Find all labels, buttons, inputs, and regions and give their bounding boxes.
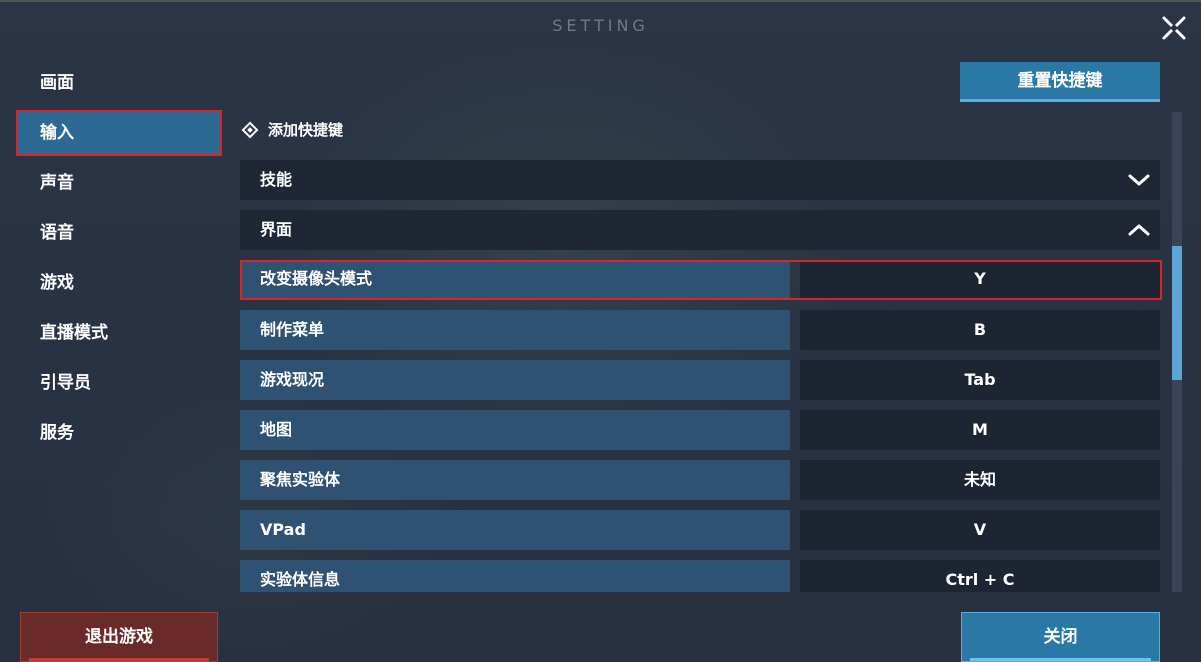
binding-action: 游戏现况 — [240, 360, 790, 400]
sidebar-item-service[interactable]: 服务 — [18, 412, 220, 454]
sidebar-item-display[interactable]: 画面 — [18, 62, 220, 104]
sidebar-item-label: 语音 — [40, 223, 74, 243]
binding-list: 改变摄像头模式 Y 制作菜单 B 游戏现况 Tab 地图 M 聚焦实验体 未知 … — [240, 258, 1162, 592]
group-interface[interactable]: 界面 — [240, 210, 1160, 250]
sidebar-item-game[interactable]: 游戏 — [18, 262, 220, 304]
binding-key[interactable]: V — [800, 510, 1160, 550]
binding-key[interactable]: M — [800, 410, 1160, 450]
binding-action: VPad — [240, 510, 790, 550]
binding-action: 改变摄像头模式 — [240, 260, 790, 298]
exit-game-button[interactable]: 退出游戏 — [20, 612, 218, 662]
scrollbar-thumb[interactable] — [1172, 246, 1182, 380]
binding-action: 实验体信息 — [240, 560, 790, 592]
page-title: SETTING — [552, 16, 649, 35]
scrollbar[interactable] — [1172, 112, 1182, 592]
binding-row: 制作菜单 B — [240, 310, 1160, 350]
binding-action: 制作菜单 — [240, 310, 790, 350]
binding-row: VPad V — [240, 510, 1160, 550]
chevron-down-icon — [1128, 174, 1150, 186]
binding-row: 聚焦实验体 未知 — [240, 460, 1160, 500]
sidebar-item-label: 画面 — [40, 73, 74, 93]
binding-key[interactable]: Y — [800, 260, 1160, 298]
binding-row: 地图 M — [240, 410, 1160, 450]
binding-key[interactable]: Tab — [800, 360, 1160, 400]
binding-row: 改变摄像头模式 Y — [240, 258, 1162, 300]
binding-action: 聚焦实验体 — [240, 460, 790, 500]
sidebar-item-input[interactable]: 输入 — [16, 110, 222, 156]
group-skills[interactable]: 技能 — [240, 160, 1160, 200]
diamond-icon — [241, 121, 259, 139]
group-label: 界面 — [260, 220, 293, 239]
chevron-up-icon — [1128, 224, 1150, 236]
top-strip — [0, 0, 1201, 2]
sidebar-item-label: 引导员 — [40, 373, 91, 393]
group-label: 技能 — [260, 170, 293, 189]
sidebar-item-label: 直播模式 — [40, 323, 108, 343]
add-shortcut-label: 添加快捷键 — [268, 121, 344, 139]
sidebar-item-guide[interactable]: 引导员 — [18, 362, 220, 404]
binding-key[interactable]: B — [800, 310, 1160, 350]
reset-shortcuts-button[interactable]: 重置快捷键 — [960, 62, 1160, 102]
sidebar-item-streaming[interactable]: 直播模式 — [18, 312, 220, 354]
sidebar-item-label: 游戏 — [40, 273, 74, 293]
sidebar-item-voice[interactable]: 语音 — [18, 212, 220, 254]
add-shortcut-button[interactable]: 添加快捷键 — [241, 118, 344, 142]
binding-row: 游戏现况 Tab — [240, 360, 1160, 400]
sidebar-item-sound[interactable]: 声音 — [18, 162, 220, 204]
sidebar-item-label: 输入 — [40, 123, 74, 143]
sidebar-item-label: 服务 — [40, 423, 74, 443]
close-icon[interactable] — [1158, 12, 1190, 44]
binding-key[interactable]: 未知 — [800, 460, 1160, 500]
binding-action: 地图 — [240, 410, 790, 450]
binding-key[interactable]: Ctrl + C — [800, 560, 1160, 592]
close-button[interactable]: 关闭 — [961, 612, 1160, 662]
binding-row: 实验体信息 Ctrl + C — [240, 560, 1160, 592]
sidebar-item-label: 声音 — [40, 173, 74, 193]
